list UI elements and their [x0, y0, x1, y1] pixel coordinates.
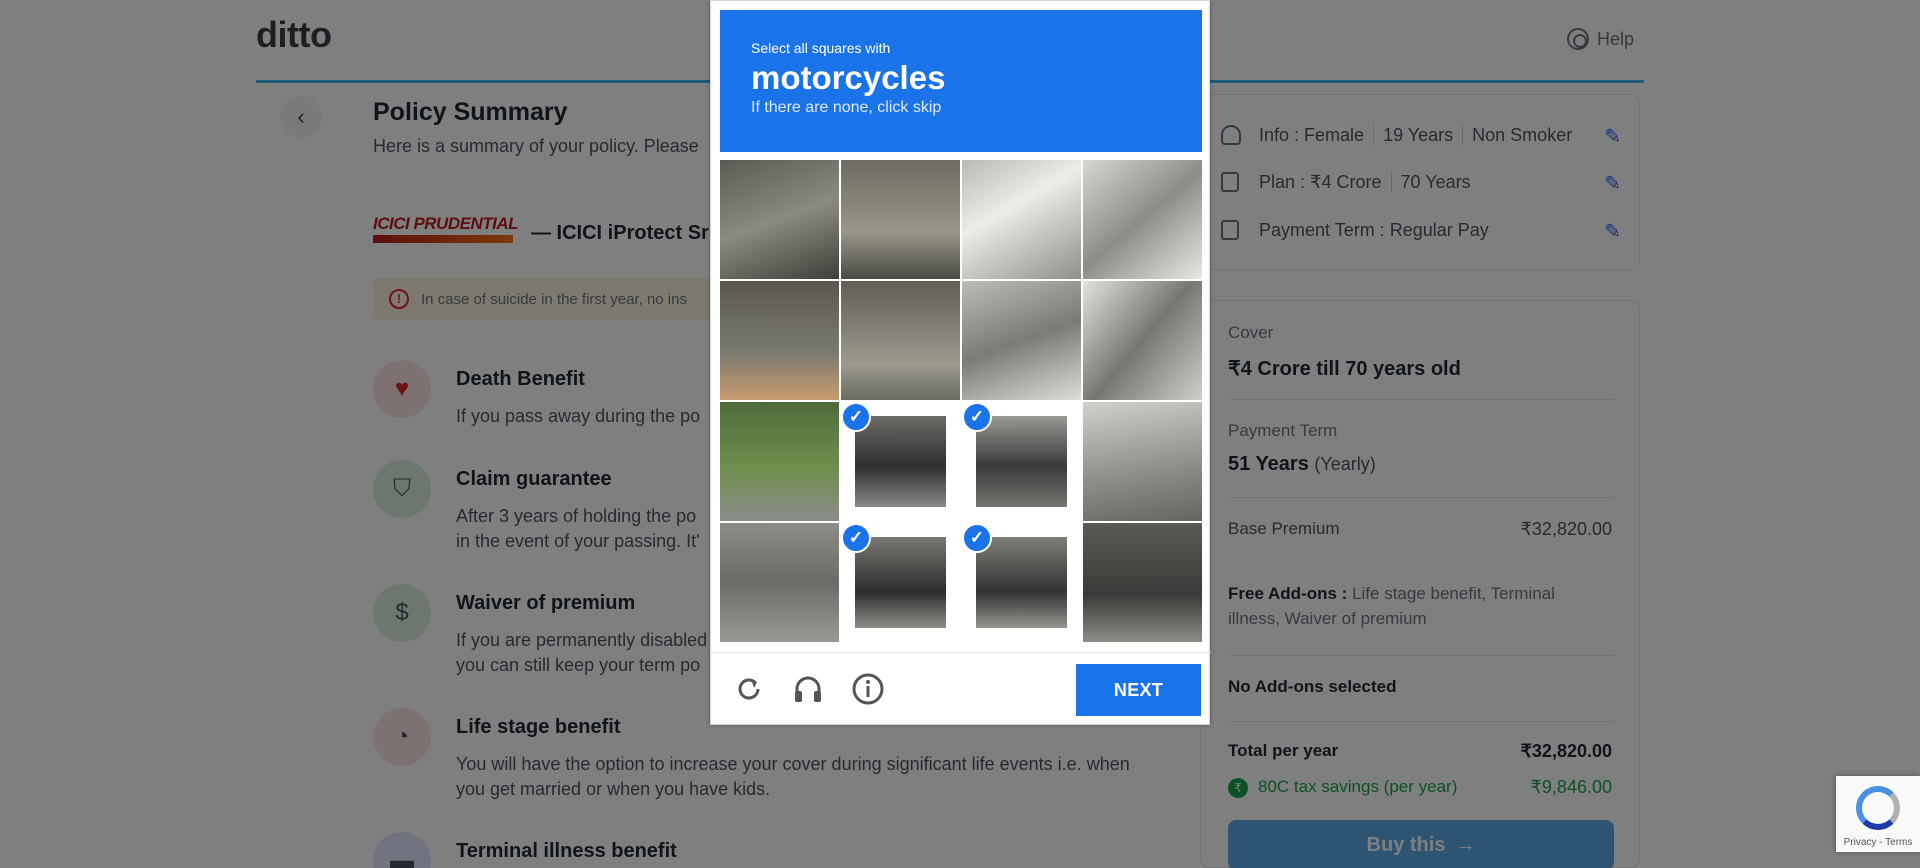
captcha-tile[interactable]: ✓ [841, 523, 960, 642]
captcha-tile[interactable] [720, 523, 839, 642]
next-button[interactable]: NEXT [1076, 664, 1201, 716]
recaptcha-badge[interactable]: Privacy - Terms [1836, 776, 1920, 852]
captcha-tile[interactable] [1083, 281, 1202, 400]
challenge-keyword: motorcycles [751, 59, 946, 96]
tile-image [1083, 160, 1202, 279]
tile-image [720, 523, 839, 642]
captcha-tile[interactable] [720, 160, 839, 279]
captcha-tile[interactable]: ✓ [962, 523, 1081, 642]
recaptcha-privacy-terms[interactable]: Privacy - Terms [1836, 837, 1920, 848]
tile-image [976, 537, 1067, 628]
recaptcha-logo-icon [1856, 786, 1900, 830]
challenge-skip-hint: If there are none, click skip [751, 99, 942, 116]
captcha-tile[interactable] [1083, 160, 1202, 279]
tile-image [855, 416, 946, 507]
recaptcha-challenge: Select all squares with motorcycles If t… [710, 0, 1211, 725]
reload-icon[interactable] [731, 671, 767, 707]
captcha-tile[interactable] [720, 402, 839, 521]
checkmark-icon: ✓ [962, 523, 992, 553]
tile-image [841, 160, 960, 279]
captcha-tile[interactable] [1083, 523, 1202, 642]
audio-icon[interactable] [790, 671, 826, 707]
captcha-tile[interactable] [1083, 402, 1202, 521]
tile-image [962, 281, 1081, 400]
tile-image [720, 281, 839, 400]
checkmark-icon: ✓ [841, 523, 871, 553]
captcha-tile[interactable] [962, 160, 1081, 279]
checkmark-icon: ✓ [962, 402, 992, 432]
tile-image [1083, 523, 1202, 642]
tile-image [1083, 281, 1202, 400]
tile-image [1083, 402, 1202, 521]
tile-image [962, 160, 1081, 279]
captcha-tile[interactable]: ✓ [962, 402, 1081, 521]
captcha-tile[interactable] [841, 281, 960, 400]
challenge-header: Select all squares with motorcycles If t… [720, 10, 1202, 152]
tile-image [720, 402, 839, 521]
challenge-instruction: Select all squares with [751, 40, 891, 56]
captcha-tile[interactable] [720, 281, 839, 400]
captcha-tile[interactable] [962, 281, 1081, 400]
captcha-tile[interactable] [841, 160, 960, 279]
captcha-tile[interactable]: ✓ [841, 402, 960, 521]
tile-image [855, 537, 946, 628]
image-grid: ✓ ✓ ✓ ✓ [720, 160, 1202, 642]
footer-divider [711, 652, 1211, 653]
checkmark-icon: ✓ [841, 402, 871, 432]
tile-image [841, 281, 960, 400]
tile-image [976, 416, 1067, 507]
info-icon[interactable] [850, 671, 886, 707]
tile-image [720, 160, 839, 279]
